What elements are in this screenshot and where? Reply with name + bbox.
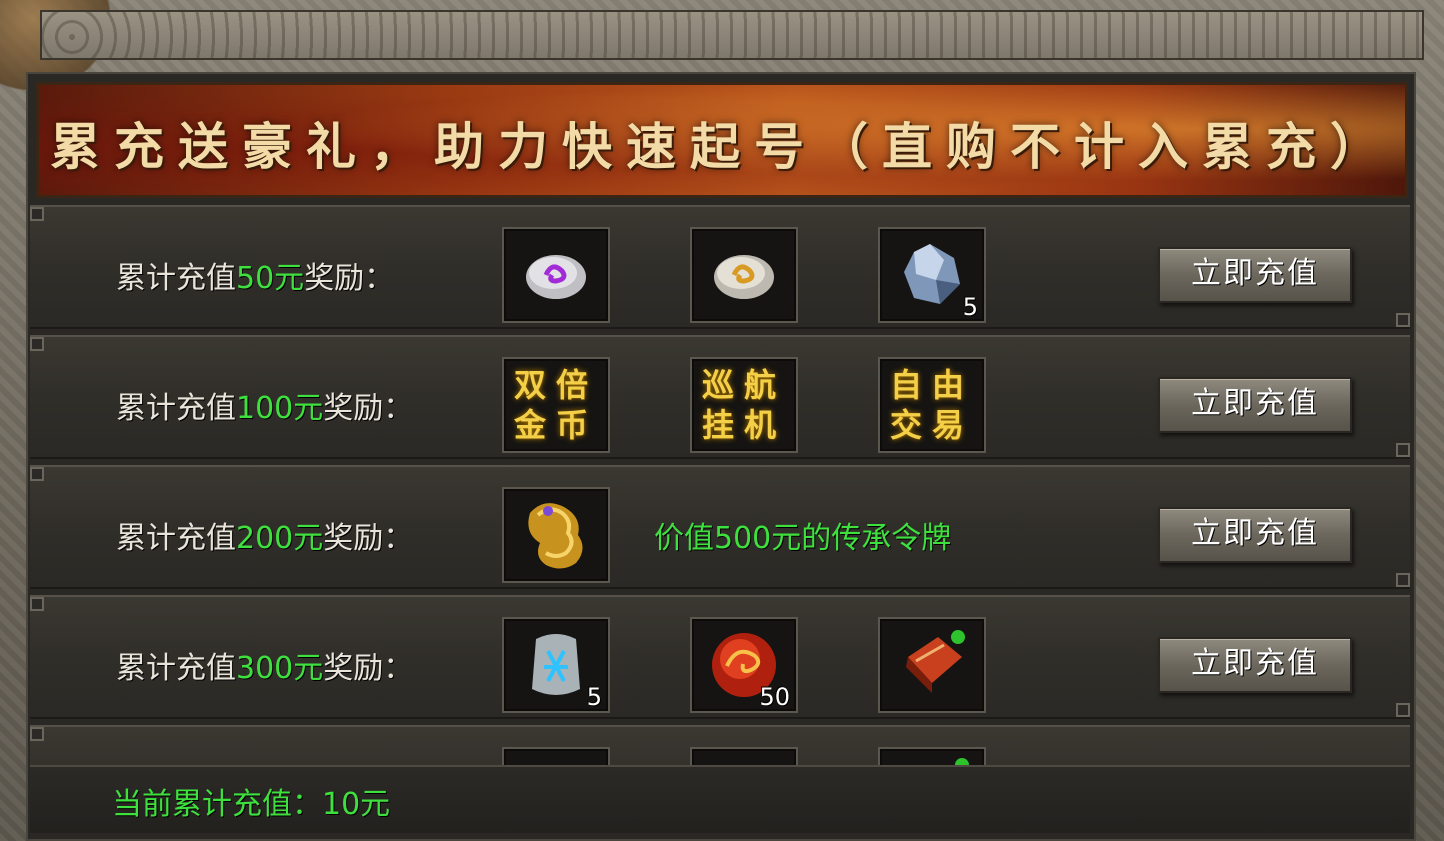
- red-book-icon: [906, 630, 965, 693]
- status-bar: 当前累计充值：10元: [30, 765, 1410, 833]
- reward-list[interactable]: 累计充值50元奖励： 5 立即充值 累计充值100元奖励： 双倍金币 巡航挂机 …: [30, 203, 1410, 765]
- item-count: 50: [759, 683, 790, 711]
- item-slot[interactable]: 5: [502, 617, 610, 713]
- item-slot[interactable]: 5: [878, 227, 986, 323]
- current-total-recharge: 当前累计充值：10元: [112, 787, 391, 822]
- recharge-now-button[interactable]: 立即充值: [1158, 507, 1352, 563]
- item-slot[interactable]: [878, 747, 986, 765]
- reward-amount: 50元: [236, 261, 305, 296]
- item-slot[interactable]: [878, 617, 986, 713]
- reward-row-label: 累计充值50元奖励：: [116, 261, 395, 296]
- reward-amount: 300元: [236, 651, 324, 686]
- item-slot[interactable]: [502, 747, 610, 765]
- reward-row-100: 累计充值100元奖励： 双倍金币 巡航挂机 自由交易 立即充值: [30, 335, 1410, 459]
- item-slot-free-trade[interactable]: 自由交易: [878, 357, 986, 453]
- reward-row-label: 累计充值200元奖励：: [116, 521, 414, 556]
- item-slot-auto-cruise[interactable]: 巡航挂机: [690, 357, 798, 453]
- reward-amount: 100元: [236, 391, 324, 426]
- item-slot-double-gold[interactable]: 双倍金币: [502, 357, 610, 453]
- reward-amount: 200元: [236, 521, 324, 556]
- green-dot-icon: [955, 758, 969, 765]
- reward-row-next: [30, 725, 1410, 765]
- recharge-now-button[interactable]: 立即充值: [1158, 247, 1352, 303]
- reward-description: 价值500元的传承令牌: [654, 521, 952, 556]
- top-ornament-band: [40, 10, 1424, 60]
- item-slot[interactable]: [502, 487, 610, 583]
- recharge-now-button[interactable]: 立即充值: [1158, 377, 1352, 433]
- reward-row-label: 累计充值100元奖励：: [116, 391, 414, 426]
- item-slot[interactable]: [690, 747, 798, 765]
- item-slot[interactable]: [502, 227, 610, 323]
- item-count: 5: [586, 683, 602, 711]
- double-gold-icon: 双倍金币: [513, 366, 598, 444]
- item-slot[interactable]: [690, 227, 798, 323]
- item-slot[interactable]: 50: [690, 617, 798, 713]
- recharge-now-button[interactable]: 立即充值: [1158, 637, 1352, 693]
- reward-row-300: 累计充值300元奖励： 5 50 立即充值: [30, 595, 1410, 719]
- golden-dragon-token-icon: [528, 503, 583, 569]
- auto-cruise-icon: 巡航挂机: [701, 366, 786, 444]
- banner-title: 累充送豪礼，助力快速起号（直购不计入累充）: [50, 117, 1394, 176]
- purple-rune-stone-icon: [526, 255, 586, 299]
- reward-row-50: 累计充值50元奖励： 5 立即充值: [30, 205, 1410, 329]
- blue-ore-icon: [904, 244, 960, 304]
- free-trade-icon: 自由交易: [889, 366, 974, 444]
- reward-row-label: 累计充值300元奖励：: [116, 651, 414, 686]
- event-banner: 累充送豪礼，助力快速起号（直购不计入累充）: [36, 82, 1408, 198]
- reward-row-200: 累计充值200元奖励： 价值500元的传承令牌 立即充值: [30, 465, 1410, 589]
- blue-rune-tablet-icon: [532, 634, 580, 695]
- gold-rune-stone-icon: [714, 255, 774, 299]
- item-count: 5: [962, 293, 978, 321]
